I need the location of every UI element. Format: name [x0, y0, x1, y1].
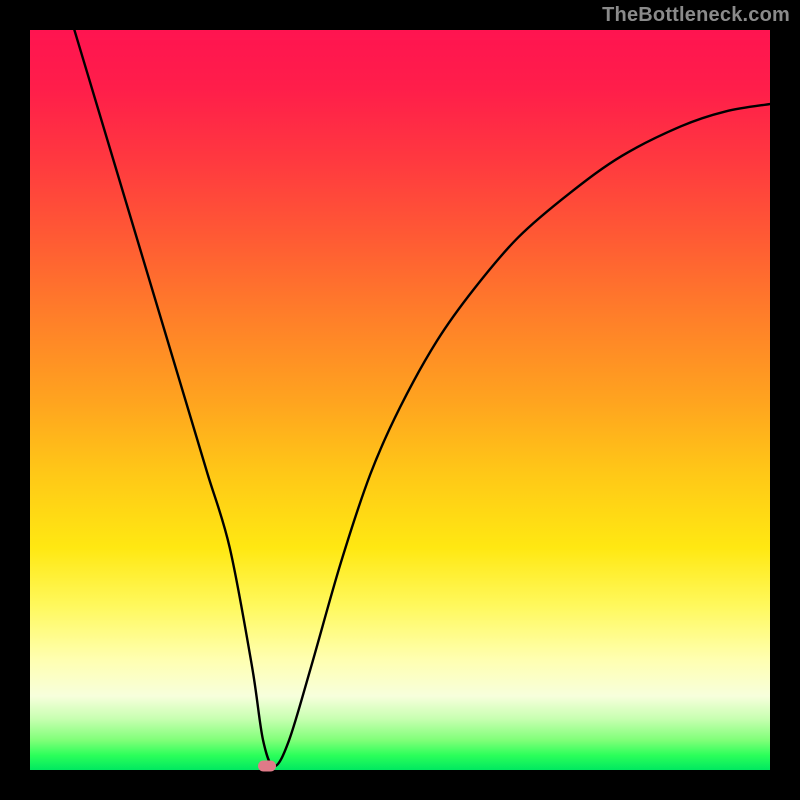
- curve-svg: [30, 30, 770, 770]
- data-curve: [74, 30, 770, 766]
- min-marker: [258, 761, 276, 772]
- chart-frame: TheBottleneck.com: [0, 0, 800, 800]
- watermark-text: TheBottleneck.com: [602, 4, 790, 27]
- plot-area: [30, 30, 770, 770]
